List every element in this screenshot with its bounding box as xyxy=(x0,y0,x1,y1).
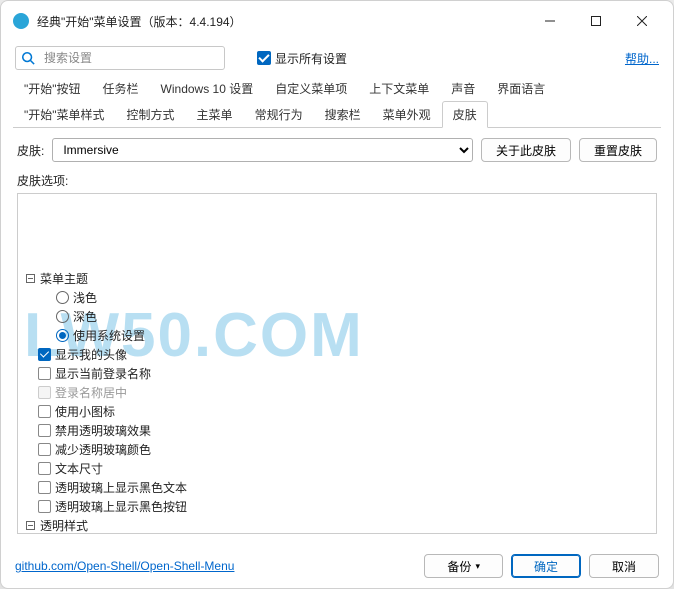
footer-buttons: 备份▾ 确定 取消 xyxy=(424,554,659,578)
titlebar: 经典"开始"菜单设置（版本：4.4.194） xyxy=(1,1,673,41)
opt-disable-glass[interactable]: 禁用透明玻璃效果 xyxy=(24,421,650,440)
radio-light[interactable] xyxy=(56,291,69,304)
show-all-checkbox[interactable] xyxy=(257,51,271,65)
tab-menu-style[interactable]: "开始"菜单样式 xyxy=(13,101,116,127)
github-link[interactable]: github.com/Open-Shell/Open-Shell-Menu xyxy=(15,559,234,573)
tab-content: 皮肤: Immersive 关于此皮肤 重置皮肤 皮肤选项: LW50.COM … xyxy=(1,128,673,544)
tab-appearance[interactable]: 菜单外观 xyxy=(372,101,442,127)
opt-show-login[interactable]: 显示当前登录名称 xyxy=(24,364,650,383)
ok-button[interactable]: 确定 xyxy=(511,554,581,578)
collapse-icon[interactable] xyxy=(24,273,36,285)
search-box[interactable] xyxy=(15,46,225,70)
tab-language[interactable]: 界面语言 xyxy=(486,75,556,101)
tab-taskbar[interactable]: 任务栏 xyxy=(92,75,150,101)
tab-main-menu[interactable]: 主菜单 xyxy=(186,101,244,127)
opt-glass-black-btn[interactable]: 透明玻璃上显示黑色按钮 xyxy=(24,497,650,516)
tab-start-button[interactable]: "开始"按钮 xyxy=(13,75,92,101)
radio-dark[interactable] xyxy=(56,310,69,323)
chk-disable-glass[interactable] xyxy=(38,424,51,437)
tabs-row-1: "开始"按钮 任务栏 Windows 10 设置 自定义菜单项 上下文菜单 声音… xyxy=(1,75,673,101)
opt-theme-dark[interactable]: 深色 xyxy=(24,307,650,326)
tab-skin[interactable]: 皮肤 xyxy=(442,101,488,128)
app-icon xyxy=(13,13,29,29)
chk-login[interactable] xyxy=(38,367,51,380)
show-all-checkbox-wrap[interactable]: 显示所有设置 xyxy=(257,50,347,67)
chk-text-size[interactable] xyxy=(38,462,51,475)
opt-text-size[interactable]: 文本尺寸 xyxy=(24,459,650,478)
window-controls xyxy=(527,5,665,37)
minimize-button[interactable] xyxy=(527,5,573,37)
window-title: 经典"开始"菜单设置（版本：4.4.194） xyxy=(37,13,527,30)
footer: github.com/Open-Shell/Open-Shell-Menu 备份… xyxy=(1,544,673,588)
maximize-button[interactable] xyxy=(573,5,619,37)
reset-skin-button[interactable]: 重置皮肤 xyxy=(579,138,657,162)
chevron-down-icon: ▾ xyxy=(475,561,480,572)
tab-behavior[interactable]: 常规行为 xyxy=(244,101,314,127)
tab-custom-menu[interactable]: 自定义菜单项 xyxy=(264,75,358,101)
opt-small-icons[interactable]: 使用小图标 xyxy=(24,402,650,421)
skin-selector-row: 皮肤: Immersive 关于此皮肤 重置皮肤 xyxy=(17,138,657,162)
group-menu-theme[interactable]: 菜单主题 xyxy=(24,269,650,288)
settings-window: 经典"开始"菜单设置（版本：4.4.194） 显示所有设置 帮助... "开始"… xyxy=(0,0,674,589)
chk-glass-text[interactable] xyxy=(38,481,51,494)
about-skin-button[interactable]: 关于此皮肤 xyxy=(481,138,571,162)
help-link[interactable]: 帮助... xyxy=(625,50,659,67)
tab-context-menu[interactable]: 上下文菜单 xyxy=(358,75,440,101)
chk-small-icons[interactable] xyxy=(38,405,51,418)
opt-glass-black-text[interactable]: 透明玻璃上显示黑色文本 xyxy=(24,478,650,497)
show-all-label: 显示所有设置 xyxy=(275,50,347,67)
opt-theme-system[interactable]: 使用系统设置 xyxy=(24,326,650,345)
chk-reduce-glass[interactable] xyxy=(38,443,51,456)
toolbar: 显示所有设置 帮助... xyxy=(1,41,673,75)
opt-login-center: 登录名称居中 xyxy=(24,383,650,402)
tab-sound[interactable]: 声音 xyxy=(440,75,486,101)
backup-button[interactable]: 备份▾ xyxy=(424,554,503,578)
tabs-row-2: "开始"菜单样式 控制方式 主菜单 常规行为 搜索栏 菜单外观 皮肤 xyxy=(13,101,661,128)
skin-label: 皮肤: xyxy=(17,142,44,159)
opt-show-avatar[interactable]: 显示我的头像 xyxy=(24,345,650,364)
opt-reduce-glass[interactable]: 减少透明玻璃颜色 xyxy=(24,440,650,459)
tab-search[interactable]: 搜索栏 xyxy=(314,101,372,127)
collapse-icon[interactable] xyxy=(24,520,36,532)
close-button[interactable] xyxy=(619,5,665,37)
chk-login-center xyxy=(38,386,51,399)
group-transparency[interactable]: 透明样式 xyxy=(24,516,650,534)
chk-avatar[interactable] xyxy=(38,348,51,361)
tab-controls[interactable]: 控制方式 xyxy=(116,101,186,127)
chk-glass-btn[interactable] xyxy=(38,500,51,513)
cancel-button[interactable]: 取消 xyxy=(589,554,659,578)
search-icon xyxy=(16,51,40,65)
skin-options-tree[interactable]: LW50.COM 菜单主题 浅色 深色 使用系统设置 显示我的头像 显示当前登录… xyxy=(17,193,657,534)
skin-options-label: 皮肤选项: xyxy=(17,172,657,189)
search-input[interactable] xyxy=(40,51,224,65)
opt-theme-light[interactable]: 浅色 xyxy=(24,288,650,307)
skin-select[interactable]: Immersive xyxy=(52,138,473,162)
radio-system[interactable] xyxy=(56,329,69,342)
tab-win10[interactable]: Windows 10 设置 xyxy=(150,75,265,101)
